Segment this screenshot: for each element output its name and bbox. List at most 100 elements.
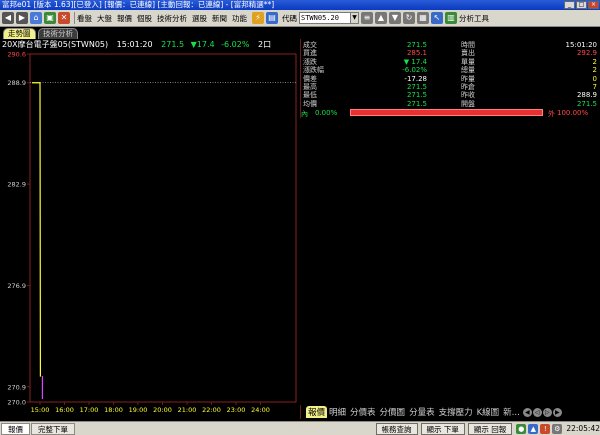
code-label: 代碼	[282, 13, 297, 23]
quote-value: 288.9	[576, 91, 597, 100]
status-tab-quote[interactable]: 報價	[1, 422, 30, 435]
alert-icon: !	[540, 423, 551, 434]
quote-value: 271.5	[406, 91, 427, 100]
list-icon[interactable]: ≡	[361, 12, 373, 24]
quote-value: 0	[592, 74, 597, 83]
down-icon[interactable]: ▼	[389, 12, 401, 24]
print-icon[interactable]: ▣	[44, 12, 56, 24]
y-tick-label: 276.9	[7, 282, 26, 290]
tab-more[interactable]: 新...	[501, 406, 522, 418]
lightning-icon[interactable]: ⚡	[252, 12, 264, 24]
tab-trade-detail[interactable]: 明細	[327, 406, 348, 418]
quote-value: 15:01:20	[565, 41, 597, 49]
menu-market[interactable]: 大盤	[97, 13, 112, 24]
plot-frame	[29, 53, 297, 403]
quote-row-left-7: 均價 271.5	[303, 100, 427, 108]
quote-row-right-7: 開盤 271.5	[461, 100, 597, 108]
quote-value: 7	[592, 83, 597, 91]
status-tab-full-order[interactable]: 完整下單	[31, 422, 75, 435]
stock-header: 20X摩台電子盤05(STWN05) 15:01:20 271.5 ▼17.4 …	[0, 39, 300, 50]
tab-price-chart[interactable]: 分價圖	[378, 406, 408, 418]
menu-analysis-tools[interactable]: 分析工具	[459, 13, 489, 24]
tab-tick-chart[interactable]: 走勢圖	[3, 28, 36, 39]
cursor-icon[interactable]: ↖	[431, 12, 443, 24]
quote-row-right-1: 賣出 292.9	[461, 49, 597, 57]
maximize-button[interactable]: □	[576, 1, 587, 9]
clock-time: 22:05:42	[566, 424, 600, 433]
toolbar: ◀ ▶ ⌂ ▣ ✕ 看盤 大盤 報價 個股 技術分析 選股 新聞 功能 ⚡ ▤ …	[0, 10, 600, 27]
price-chart[interactable]: 290.6 288.9 282.9 276.9 270.9 270.0 15:00 16:0…	[0, 50, 300, 420]
quote-label: 昨收	[461, 91, 475, 100]
quote-value: -17.28	[404, 74, 427, 83]
stock-time: 15:01:20	[116, 40, 153, 49]
back-icon[interactable]: ◀	[2, 12, 14, 24]
ratio-bar-fill	[351, 110, 542, 115]
price-line	[32, 82, 42, 377]
status-bar: 報價 完整下單 帳務查詢 顯示 下單 顯示 回報 ● ▲ ! ⚙ 22:05:4…	[0, 421, 600, 435]
quote-row-right-5: 昨倉 7	[461, 83, 597, 91]
x-tick-label: 18:00	[104, 406, 123, 414]
quote-label: 漲跌	[303, 57, 317, 66]
tab-k-chart[interactable]: K線圖	[475, 406, 502, 418]
quote-label: 均價	[303, 99, 317, 108]
quote-label: 時間	[461, 41, 475, 49]
quote-label: 最高	[303, 83, 317, 91]
account-query-button[interactable]: 帳務查詢	[375, 422, 418, 435]
inner-outer-bar: 內 0.00% 外 100.00%	[300, 108, 600, 118]
chart-tabs: 走勢圖 技術分析	[0, 28, 600, 39]
menu-stock[interactable]: 個股	[137, 13, 152, 24]
home-icon[interactable]: ⌂	[30, 12, 42, 24]
tab-technical[interactable]: 技術分析	[38, 28, 78, 39]
quote-panel: 成交 271.5 買進 285.1 漲跌 ▼ 17.4 漲跌幅 -6.02% 價差 -17.28 最…	[300, 39, 600, 109]
x-tick-label: 20:00	[153, 406, 172, 414]
menu-quotes[interactable]: 報價	[117, 13, 132, 24]
tab-support-resistance[interactable]: 支撐壓力	[437, 406, 475, 418]
show-order-button[interactable]: 顯示 下單	[420, 422, 465, 435]
show-report-button[interactable]: 顯示 回報	[467, 422, 513, 435]
up-icon[interactable]: ▲	[375, 12, 387, 24]
nav-next-icon[interactable]: ▷	[542, 407, 552, 417]
code-input[interactable]: STWN05.20	[299, 12, 351, 24]
tab-quote[interactable]: 報價	[306, 406, 328, 418]
quote-row-left-6: 最低 271.5	[303, 91, 427, 99]
chart-icon[interactable]: ▤	[266, 12, 278, 24]
tab-price-table[interactable]: 分價表	[348, 406, 378, 418]
nav-first-icon[interactable]: ◀	[522, 407, 532, 417]
quote-value: 271.5	[406, 99, 427, 108]
window-title: 富邦e01 [版本 1.63][已登入] [報價：已連線] [主動回報：已連線]…	[2, 0, 275, 9]
x-tick-label: 22:00	[202, 406, 221, 414]
print-icon[interactable]: ▦	[417, 12, 429, 24]
minimize-button[interactable]: _	[564, 1, 575, 9]
nav-prev-icon[interactable]: ◁	[532, 407, 542, 417]
window-title-bar: 富邦e01 [版本 1.63][已登入] [報價：已連線] [主動回報：已連線]…	[0, 0, 600, 10]
x-tick-label: 23:00	[227, 406, 246, 414]
inner-label: 內	[301, 110, 308, 118]
quote-row-right-3: 總量 2	[461, 66, 597, 74]
quote-label: 漲跌幅	[303, 66, 324, 75]
quote-row-left-0: 成交 271.5	[303, 41, 427, 49]
refresh-icon[interactable]: ↻	[403, 12, 415, 24]
tab-volume-table[interactable]: 分量表	[407, 406, 437, 418]
quote-value: 285.1	[406, 49, 427, 58]
menu-technical[interactable]: 技術分析	[157, 13, 187, 24]
quote-row-left-5: 最高 271.5	[303, 83, 427, 91]
quote-row-left-2: 漲跌 ▼ 17.4	[303, 58, 427, 66]
analysis-tools-icon[interactable]: ▥	[445, 12, 457, 24]
menu-news[interactable]: 新聞	[212, 13, 227, 24]
x-tick-label: 16:00	[55, 406, 74, 414]
forward-icon[interactable]: ▶	[16, 12, 28, 24]
stock-price: 271.5	[161, 40, 185, 49]
quote-row-right-6: 昨收 288.9	[461, 91, 597, 99]
close-button[interactable]: ×	[588, 1, 599, 9]
network-icon: ▲	[528, 423, 539, 434]
y-tick-label: 288.9	[7, 79, 26, 87]
code-dropdown-button[interactable]: ▼	[351, 12, 359, 24]
nav-last-icon[interactable]: ▶	[552, 407, 562, 417]
outer-pct: 100.00%	[557, 109, 589, 117]
inner-pct: 0.00%	[315, 109, 338, 117]
quote-value: 292.9	[576, 49, 597, 58]
menu-screener[interactable]: 選股	[192, 13, 207, 24]
menu-functions[interactable]: 功能	[232, 13, 247, 24]
menu-watchlist[interactable]: 看盤	[77, 13, 92, 24]
logout-icon[interactable]: ✕	[58, 12, 70, 24]
